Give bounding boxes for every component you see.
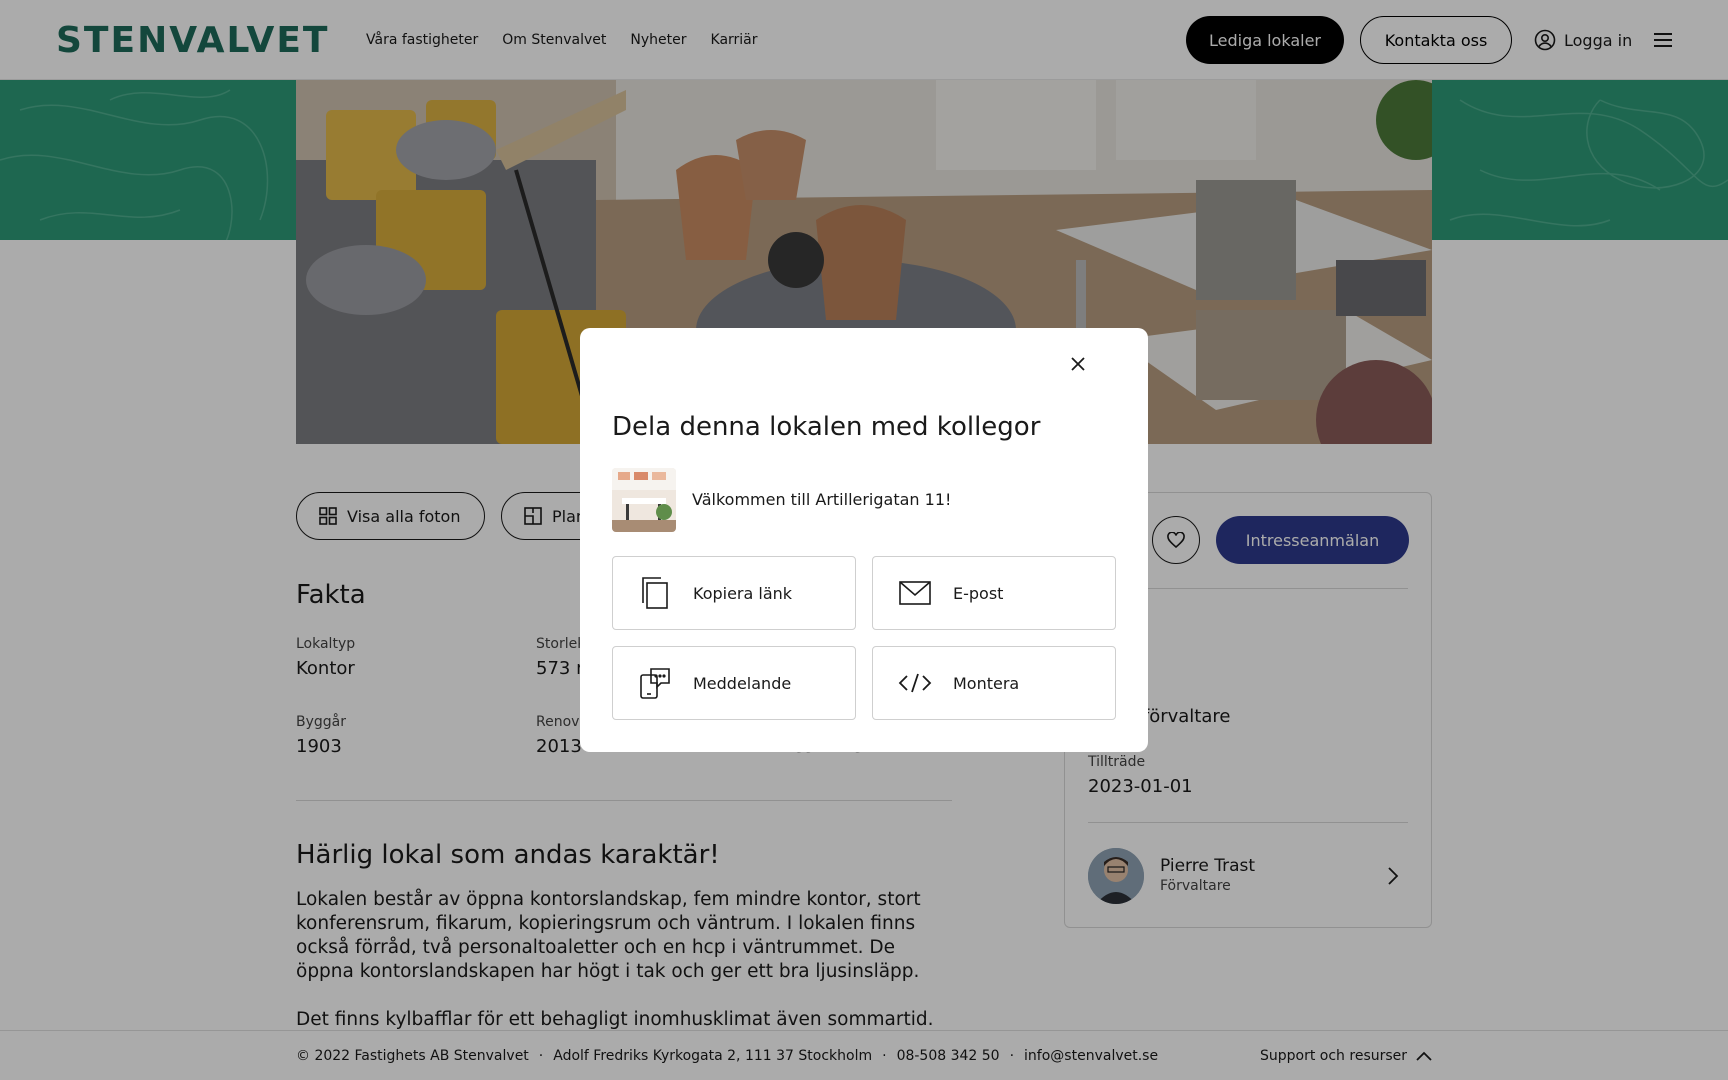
share-dialog-title: Dela denna lokalen med kollegor [612,412,1041,442]
embed-share-label: Montera [953,673,1020,693]
share-caption: Välkommen till Artillerigatan 11! [692,490,952,509]
message-share-button[interactable]: Meddelande [612,646,856,720]
mail-icon [899,581,931,605]
copy-link-label: Kopiera länk [693,583,793,603]
close-button[interactable] [1064,350,1092,378]
share-dialog: Dela denna lokalen med kollegor Välkomme… [580,328,1148,752]
copy-link-button[interactable]: Kopiera länk [612,556,856,630]
message-share-label: Meddelande [693,673,792,693]
close-icon [1071,357,1085,371]
share-thumbnail [612,468,676,532]
email-share-button[interactable]: E-post [872,556,1116,630]
email-share-label: E-post [953,583,1004,603]
message-icon [640,668,670,699]
code-icon [898,673,932,693]
embed-share-button[interactable]: Montera [872,646,1116,720]
copy-icon [642,577,668,609]
